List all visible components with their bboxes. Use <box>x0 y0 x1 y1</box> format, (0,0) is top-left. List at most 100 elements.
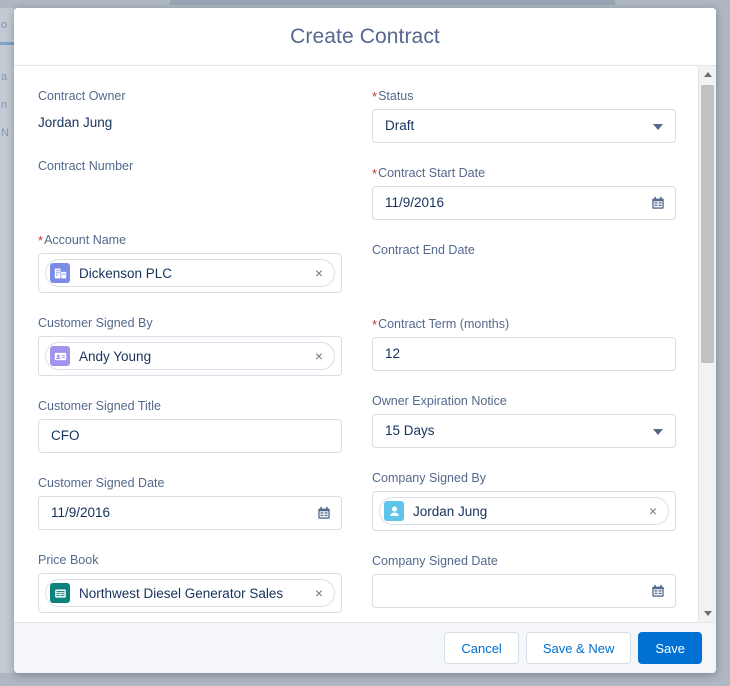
background-text-fragment: o <box>1 20 7 31</box>
contract-number-label-text: Contract Number <box>38 159 134 173</box>
company-signed-date-date-input[interactable] <box>372 574 676 608</box>
modal-header: Create Contract <box>14 8 716 66</box>
customer-signed-date-value: 11/9/2016 <box>51 505 111 520</box>
account-name-label: *Account Name <box>38 232 342 248</box>
status-label-text: Status <box>378 89 414 103</box>
background-topbar <box>170 0 615 5</box>
chevron-down-icon[interactable] <box>653 429 663 435</box>
price-book-lookup[interactable]: Northwest Diesel Generator Sales × <box>38 573 342 613</box>
status-label: *Status <box>372 88 676 104</box>
close-icon[interactable]: × <box>306 586 332 600</box>
close-icon[interactable]: × <box>640 504 666 518</box>
price-book-pill[interactable]: Northwest Diesel Generator Sales × <box>45 579 335 607</box>
contract-term-months-label-text: Contract Term (months) <box>378 317 510 331</box>
contract-owner-label-text: Contract Owner <box>38 89 126 103</box>
customer-signed-title-label: Customer Signed Title <box>38 398 342 414</box>
calendar-icon[interactable] <box>651 584 665 598</box>
contract-owner-value: Jordan Jung <box>38 115 113 130</box>
owner-expiration-notice-label-text: Owner Expiration Notice <box>372 394 507 408</box>
background-accent-line <box>0 42 14 45</box>
customer-signed-by-label-text: Customer Signed By <box>38 316 153 330</box>
customer-signed-date-label: Customer Signed Date <box>38 475 342 491</box>
field-price-book: Price Book Northwest Diesel Generator Sal… <box>38 552 342 613</box>
create-contract-modal: Create Contract Contract Owner Jordan Jun… <box>14 8 716 673</box>
field-contract-owner: Contract Owner Jordan Jung <box>38 88 342 133</box>
contract-number-value <box>38 179 342 207</box>
cancel-button[interactable]: Cancel <box>444 632 519 664</box>
customer-signed-by-pill-label: Andy Young <box>79 348 152 364</box>
form-scroll-region: Contract Owner Jordan Jung Contract Number… <box>14 66 699 622</box>
price-book-label-text: Price Book <box>38 553 99 567</box>
account-name-pill[interactable]: Dickenson PLC × <box>45 259 335 287</box>
customer-signed-by-label: Customer Signed By <box>38 315 342 331</box>
status-select[interactable]: Draft <box>372 109 676 143</box>
modal-body: Contract Owner Jordan Jung Contract Number… <box>14 66 716 622</box>
required-asterisk-icon: * <box>372 317 378 332</box>
scroll-down-arrow-icon[interactable] <box>699 605 716 622</box>
form-column-left: Contract Owner Jordan Jung Contract Number… <box>38 88 342 622</box>
customer-signed-by-lookup[interactable]: Andy Young × <box>38 336 342 376</box>
account-name-lookup[interactable]: Dickenson PLC × <box>38 253 342 293</box>
calendar-icon[interactable] <box>651 196 665 210</box>
contract-start-date-label-text: Contract Start Date <box>378 166 486 180</box>
form-scrollbar[interactable] <box>698 66 716 622</box>
contract-start-date-label: *Contract Start Date <box>372 165 676 181</box>
field-owner-expiration-notice: Owner Expiration Notice 15 Days <box>372 393 676 448</box>
chevron-down-icon[interactable] <box>653 124 663 130</box>
contract-start-date-value: 11/9/2016 <box>385 195 445 210</box>
field-customer-signed-by: Customer Signed By Andy Young × <box>38 315 342 376</box>
customer-signed-by-pill[interactable]: Andy Young × <box>45 342 335 370</box>
field-status: *Status Draft <box>372 88 676 143</box>
company-signed-by-lookup[interactable]: Jordan Jung × <box>372 491 676 531</box>
close-icon[interactable]: × <box>306 349 332 363</box>
account-name-label-text: Account Name <box>44 233 127 247</box>
scroll-up-arrow-icon[interactable] <box>699 66 716 83</box>
customer-signed-date-date-input[interactable]: 11/9/2016 <box>38 496 342 530</box>
save-and-new-button[interactable]: Save & New <box>525 632 632 664</box>
company-signed-date-label-text: Company Signed Date <box>372 554 498 568</box>
customer-signed-title-input[interactable]: CFO <box>38 419 342 453</box>
customer-signed-title-label-text: Customer Signed Title <box>38 399 161 413</box>
page-title: Create Contract <box>290 24 440 48</box>
contract-end-date-label-text: Contract End Date <box>372 243 475 257</box>
scrollbar-thumb[interactable] <box>701 85 714 363</box>
price-book-pill-label: Northwest Diesel Generator Sales <box>79 585 284 601</box>
account-name-pill-label: Dickenson PLC <box>79 265 173 281</box>
field-customer-signed-date: Customer Signed Date 11/9/2016 <box>38 475 342 530</box>
company-signed-date-label: Company Signed Date <box>372 553 676 569</box>
contract-start-date-date-input[interactable]: 11/9/2016 <box>372 186 676 220</box>
company-signed-by-label-text: Company Signed By <box>372 471 486 485</box>
required-asterisk-icon: * <box>38 233 44 248</box>
close-icon[interactable]: × <box>306 266 332 280</box>
owner-expiration-notice-select[interactable]: 15 Days <box>372 414 676 448</box>
contract-end-date-value <box>372 263 676 291</box>
contract-form: Contract Owner Jordan Jung Contract Number… <box>14 66 699 622</box>
modal-footer: Cancel Save & New Save <box>14 622 716 673</box>
owner-expiration-notice-value: 15 Days <box>385 423 435 438</box>
pricebook-icon <box>50 583 70 603</box>
company-signed-by-pill[interactable]: Jordan Jung × <box>379 497 669 525</box>
required-asterisk-icon: * <box>372 166 378 181</box>
calendar-icon[interactable] <box>317 506 331 520</box>
account-icon <box>50 263 70 283</box>
field-contract-term-months: *Contract Term (months) 12 <box>372 316 676 371</box>
field-company-signed-by: Company Signed By Jordan Jung × <box>372 470 676 531</box>
user-icon <box>384 501 404 521</box>
contract-term-months-label: *Contract Term (months) <box>372 316 676 332</box>
field-customer-signed-title: Customer Signed Title CFO <box>38 398 342 453</box>
contact-icon <box>50 346 70 366</box>
company-signed-by-pill-label: Jordan Jung <box>413 503 488 519</box>
field-account-name: *Account Name Dickenson PLC × <box>38 232 342 293</box>
company-signed-by-label: Company Signed By <box>372 470 676 486</box>
contract-number-label: Contract Number <box>38 158 342 174</box>
required-asterisk-icon: * <box>372 89 378 104</box>
status-value: Draft <box>385 118 415 133</box>
owner-expiration-notice-label: Owner Expiration Notice <box>372 393 676 409</box>
field-company-signed-date: Company Signed Date <box>372 553 676 608</box>
background-text-fragment: N <box>1 128 9 139</box>
background-text-fragment: n <box>1 100 7 111</box>
contract-owner-label: Contract Owner <box>38 88 342 104</box>
save-button[interactable]: Save <box>638 632 702 664</box>
customer-signed-date-label-text: Customer Signed Date <box>38 476 165 490</box>
contract-term-months-input[interactable]: 12 <box>372 337 676 371</box>
